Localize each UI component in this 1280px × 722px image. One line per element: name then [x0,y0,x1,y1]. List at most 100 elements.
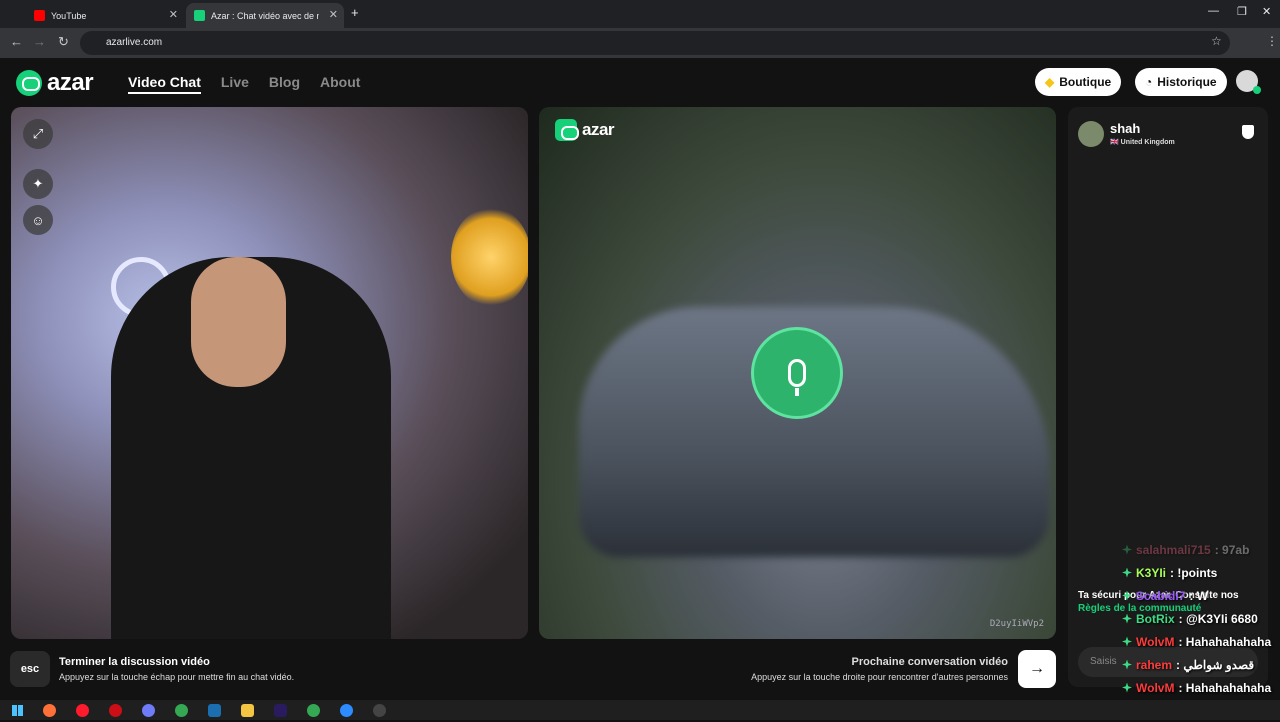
chat-username: BotRix [1136,611,1175,626]
nav-live[interactable]: Live [221,74,249,94]
chat-badge-icon [1122,613,1132,624]
nav-video-chat[interactable]: Video Chat [128,74,201,94]
chat-placeholder: Saisis [1090,656,1117,667]
close-window-icon[interactable]: ✕ [1262,5,1271,18]
next-chat-subtitle: Appuyez sur la touche droite pour rencon… [751,672,1008,682]
remote-video: azar D2uyIiWVp2 [539,107,1056,639]
chat-badge-icon [1122,659,1132,670]
nav-blog[interactable]: Blog [269,74,300,94]
close-tab-icon[interactable]: ✕ [169,8,178,21]
overlay-chat-line: BotRix: @K3YIi 6680 [1122,607,1280,630]
menu-icon[interactable]: ⋮ [1266,34,1278,48]
tab-title: Azar : Chat vidéo avec de n [211,10,319,21]
microphone-button[interactable] [751,327,843,419]
overlay-chat-line: K3YIi: !points [1122,561,1280,584]
nav-about[interactable]: About [320,74,360,94]
chat-message: : Hahahahahaha [1178,634,1272,649]
chat-badge-icon [1122,636,1132,647]
chrome-2-icon[interactable] [307,703,320,717]
sticker-icon[interactable]: ☺ [23,205,53,235]
chat-message: : !points [1170,565,1218,580]
historique-label: Historique [1157,75,1217,89]
end-chat-subtitle: Appuyez sur la touche échap pour mettre … [59,672,295,682]
file-explorer-icon[interactable] [241,703,254,717]
next-chat-title: Prochaine conversation vidéo [851,656,1009,668]
historique-button[interactable]: ◔ Historique [1135,68,1227,96]
browser-tab-bar: YouTube ✕ Azar : Chat vidéo avec de n ✕ … [0,0,1280,28]
microphone-icon [788,359,806,396]
windows-start-icon[interactable] [12,704,23,716]
chat-badge-icon [1122,590,1132,601]
taskbar [0,700,1280,720]
azar-logo[interactable]: azar [16,69,94,97]
obs-icon[interactable] [373,703,386,717]
close-tab-icon[interactable]: ✕ [329,8,338,21]
back-icon[interactable]: ← [10,34,23,49]
azar-logo-icon [16,70,42,96]
overlay-chat-line: WolvM: Hahahahahaha [1122,630,1280,653]
firefox-icon[interactable] [43,703,56,717]
azar-page: azar Video Chat Live Blog About ◆ Boutiq… [0,58,1280,698]
tab-azar[interactable]: Azar : Chat vidéo avec de n ✕ [186,3,344,28]
overlay-chat-line: salahmali715: 97ab [1122,538,1280,561]
esc-key-button[interactable]: esc [10,651,50,687]
chat-badge-icon [1122,682,1132,693]
chat-username: WolvM [1136,634,1175,649]
next-arrow-button[interactable]: → [1018,650,1056,688]
messenger-icon[interactable] [142,703,155,717]
url-text: azarlive.com [106,37,163,48]
azar-favicon-icon [194,10,205,21]
chat-username: salahmali715 [1136,542,1211,557]
report-shield-icon[interactable] [1242,125,1254,139]
profile-avatar[interactable] [1236,70,1261,94]
tab-youtube[interactable]: YouTube ✕ [26,3,184,28]
boutique-button[interactable]: ◆ Boutique [1035,68,1122,96]
chat-badge-icon [1122,567,1132,578]
maximize-icon[interactable]: ❐ [1237,5,1247,18]
local-video: ⤢ ✦ ☺ [11,107,528,639]
peer-country: 🇬🇧 United Kingdom [1110,139,1175,146]
chat-message: : 97ab [1214,542,1250,557]
peer-name: shah [1110,121,1141,136]
neon-sign-shape [451,207,528,307]
minimize-icon[interactable]: — [1208,5,1219,17]
reload-icon[interactable]: ↻ [58,34,69,50]
forward-icon[interactable]: → [33,34,46,49]
stream-chat-overlay: salahmali715: 97ab K3YIi: !points Scabidi7… [1122,538,1280,722]
chat-message: : قصدو شواطي [1176,657,1255,672]
overlay-chat-line: Scabidi7: W [1122,584,1280,607]
end-chat-title: Terminer la discussion vidéo [59,656,210,668]
chat-username: Scabidi7 [1136,588,1186,603]
chat-message: : Hahahahahaha [1178,680,1272,695]
effects-sparkle-icon[interactable]: ✦ [23,169,53,199]
opera-icon[interactable] [76,703,89,717]
peer-avatar[interactable] [1078,121,1104,147]
boutique-label: Boutique [1059,75,1112,89]
chat-badge-icon [1122,544,1132,555]
bookmark-star-icon[interactable]: ☆ [1211,34,1222,48]
chat-username: K3YIi [1136,565,1167,580]
chat-message: : @K3YIi 6680 [1178,611,1258,626]
new-tab-icon[interactable]: + [351,5,359,20]
premiere-icon[interactable] [274,703,287,717]
tab-title: YouTube [51,10,87,21]
chrome-icon[interactable] [175,703,188,717]
opera-gx-icon[interactable] [109,703,122,717]
chat-message: : W [1189,588,1209,603]
remote-logo-text: azar [582,120,615,139]
main-nav: Video Chat Live Blog About [128,74,360,94]
steam-icon[interactable] [208,703,221,717]
address-bar: ← → ↻ azarlive.com ☆ ⋮ [0,28,1280,58]
expand-icon[interactable]: ⤢ [23,119,53,149]
url-field[interactable]: azarlive.com [80,31,1230,55]
safety-text-a: Ta sécuri [1078,590,1122,601]
gem-icon: ◆ [1045,75,1055,89]
clock-icon: ◔ [1145,75,1153,89]
peer-country-text: United Kingdom [1120,139,1175,146]
remote-azar-logo: azar [555,119,615,141]
chat-username: rahem [1136,657,1173,672]
peer-id: D2uyIiWVp2 [989,619,1044,629]
youtube-icon [34,10,45,21]
overlay-chat-line: rahem: قصدو شواطي [1122,653,1280,676]
app-icon[interactable] [340,703,353,717]
